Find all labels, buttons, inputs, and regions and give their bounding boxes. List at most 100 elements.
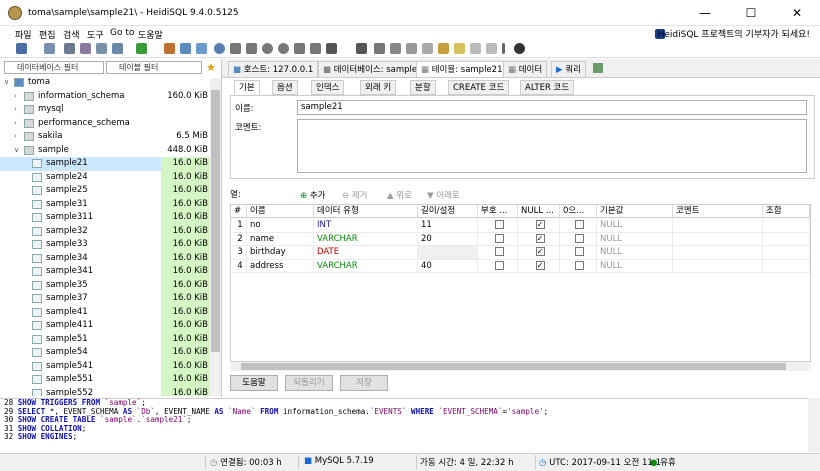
- grid-cell-type[interactable]: VARCHAR: [314, 232, 418, 246]
- grid-cell-name[interactable]: no: [247, 219, 314, 233]
- grid-cell-empty[interactable]: [673, 232, 763, 246]
- checkbox[interactable]: ✓: [535, 260, 545, 270]
- grid-cell-length[interactable]: 11: [418, 219, 478, 233]
- grid-cell-name[interactable]: birthday: [247, 246, 314, 260]
- edit-icon[interactable]: [438, 43, 449, 54]
- print-icon[interactable]: [112, 43, 123, 54]
- grid-cell-nullable[interactable]: ✓: [518, 219, 560, 233]
- table-name-input[interactable]: sample21: [297, 100, 807, 115]
- maximize-button[interactable]: ☐: [728, 0, 774, 26]
- checkbox[interactable]: ✓: [535, 220, 545, 229]
- tree-table-row[interactable]: sample34 16.0 KiB: [0, 251, 210, 265]
- grid-cell-unsigned[interactable]: [478, 232, 518, 246]
- col-header-type[interactable]: 데이터 유형: [314, 205, 418, 218]
- minimize-button[interactable]: —: [682, 0, 728, 26]
- tab-host[interactable]: ■ 호스트: 127.0.0.1: [228, 61, 319, 77]
- grid-cell-empty[interactable]: [763, 259, 810, 273]
- tree-table-row[interactable]: sample51 16.0 KiB: [0, 332, 210, 346]
- connect-icon[interactable]: [16, 43, 27, 54]
- tree-table-row[interactable]: sample32 16.0 KiB: [0, 224, 210, 238]
- checkbox[interactable]: [494, 233, 504, 243]
- tree-table-row[interactable]: sample24 16.0 KiB: [0, 170, 210, 184]
- subtab-indexes[interactable]: 인덱스: [311, 80, 345, 95]
- tree-table-row[interactable]: sample551 16.0 KiB: [0, 373, 210, 387]
- remove-column-button[interactable]: ⊖ 제거: [342, 189, 367, 201]
- menu-edit[interactable]: 편집: [39, 28, 56, 41]
- grid-cell-empty[interactable]: [763, 219, 810, 233]
- grid-cell-zerofill[interactable]: [560, 246, 597, 260]
- grid-cell-length[interactable]: 20: [418, 232, 478, 246]
- delete-record-icon[interactable]: [278, 43, 289, 54]
- favorite-star-icon[interactable]: ★: [206, 61, 216, 74]
- col-header-name[interactable]: 이름: [247, 205, 314, 218]
- disconnect-icon[interactable]: [44, 43, 55, 54]
- grid-cell-num[interactable]: 3: [231, 246, 247, 260]
- tab-table[interactable]: ▦ 테이블: sample21: [416, 61, 508, 77]
- grid-cell-default[interactable]: NULL: [597, 259, 673, 273]
- grid-cell-default[interactable]: NULL: [597, 246, 673, 260]
- prev-record-icon[interactable]: [246, 43, 257, 54]
- grid-cell-unsigned[interactable]: [478, 259, 518, 273]
- grid-cell-length[interactable]: [418, 246, 478, 260]
- grid-cell-type[interactable]: DATE: [314, 246, 418, 260]
- grid-cell-unsigned[interactable]: [478, 219, 518, 233]
- col-header-num[interactable]: #: [231, 205, 247, 218]
- grid-cell-nullable[interactable]: ✓: [518, 246, 560, 260]
- tree-table-row[interactable]: sample411 16.0 KiB: [0, 319, 210, 333]
- col-header-unsigned[interactable]: 부호 ...: [478, 205, 518, 218]
- menu-help[interactable]: 도움말: [138, 28, 163, 41]
- move-up-button[interactable]: ▲ 위로: [387, 189, 412, 201]
- wrap-icon[interactable]: [422, 43, 433, 54]
- menu-goto[interactable]: Go to: [110, 28, 134, 38]
- tree-database-2[interactable]: › performance_schema: [0, 117, 210, 131]
- subtab-partitions[interactable]: 분할: [410, 80, 436, 95]
- grid-cell-default[interactable]: NULL: [597, 219, 673, 233]
- checkbox[interactable]: [494, 247, 504, 256]
- grid-cell-nullable[interactable]: ✓: [518, 259, 560, 273]
- tree-root[interactable]: ∨ toma: [0, 76, 210, 90]
- grid-cell-empty[interactable]: [673, 219, 763, 233]
- subtab-foreign-keys[interactable]: 외래 키: [360, 80, 397, 95]
- tab-query[interactable]: ▶ 쿼리: [551, 61, 586, 77]
- export-icon[interactable]: [164, 43, 175, 54]
- grid-horizontal-scrollbar[interactable]: [231, 362, 811, 371]
- regex-icon[interactable]: [470, 43, 481, 54]
- move-down-button[interactable]: ▼ 아래로: [427, 189, 460, 201]
- refresh-icon[interactable]: [136, 43, 147, 54]
- subtab-create-code[interactable]: CREATE 코드: [448, 80, 510, 95]
- grid-cell-type[interactable]: VARCHAR: [314, 259, 418, 273]
- filter-icon[interactable]: [486, 43, 497, 54]
- first-record-icon[interactable]: [230, 43, 241, 54]
- warning-icon[interactable]: [454, 43, 465, 54]
- stop-icon[interactable]: [356, 43, 367, 54]
- grid-cell-length[interactable]: 40: [418, 259, 478, 273]
- checkbox[interactable]: [575, 260, 584, 270]
- tree-table-row[interactable]: sample311 16.0 KiB: [0, 211, 210, 225]
- grid-cell-num[interactable]: 1: [231, 219, 247, 233]
- add-column-button[interactable]: ⊕ 추가: [300, 189, 325, 201]
- tree-table-row[interactable]: sample54 16.0 KiB: [0, 346, 210, 360]
- checkbox[interactable]: [575, 220, 584, 229]
- checkbox[interactable]: [494, 260, 504, 270]
- save-sql-icon[interactable]: [374, 43, 385, 54]
- tab-data[interactable]: ▦ 데이터: [503, 61, 548, 77]
- tree-scrollbar[interactable]: [210, 78, 221, 396]
- close-button[interactable]: ✕: [774, 0, 820, 26]
- cancel-icon[interactable]: [310, 43, 321, 54]
- checkbox[interactable]: [575, 233, 584, 243]
- checkbox[interactable]: [494, 220, 504, 229]
- explain-icon[interactable]: [406, 43, 417, 54]
- tree-table-row[interactable]: sample21 16.0 KiB: [0, 157, 210, 171]
- grid-cell-nullable[interactable]: ✓: [518, 232, 560, 246]
- subtab-options[interactable]: 옵션: [272, 80, 298, 95]
- col-header-length[interactable]: 길이/설정: [418, 205, 478, 218]
- format-icon[interactable]: [390, 43, 401, 54]
- exit-icon[interactable]: [514, 43, 525, 54]
- col-header-collation[interactable]: 조합: [763, 205, 810, 218]
- tree-table-row[interactable]: sample25 16.0 KiB: [0, 184, 210, 198]
- tree-database-4[interactable]: ∨ sample 448.0 KiB: [0, 144, 210, 158]
- users-icon[interactable]: [180, 43, 191, 54]
- tab-database[interactable]: ■ 데이터베이스: sample: [318, 61, 423, 77]
- more-icon[interactable]: [502, 43, 505, 54]
- tree-database-3[interactable]: › sakila 6.5 MiB: [0, 130, 210, 144]
